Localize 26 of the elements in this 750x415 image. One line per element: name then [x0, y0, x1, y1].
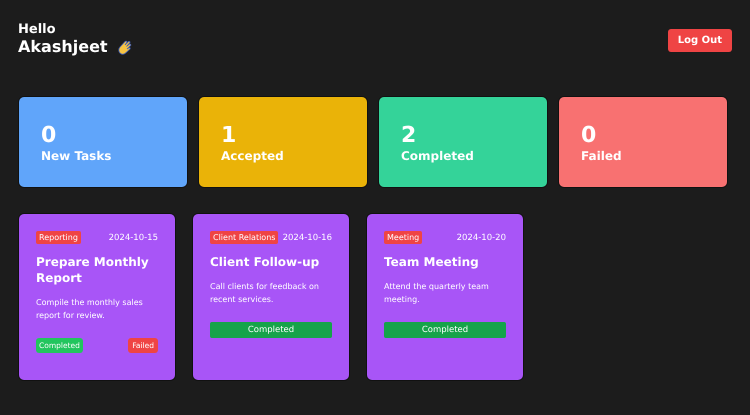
stat-label: Completed [401, 149, 475, 163]
greeting-text: Hello [18, 22, 57, 37]
task-description: Attend the quarterly team meeting. [384, 281, 490, 306]
waving-hand-icon [116, 38, 134, 56]
user-name: Akashjeet [18, 37, 108, 56]
task-description: Call clients for feedback on recent services. [210, 281, 320, 306]
completed-status-button[interactable]: Completed [210, 322, 332, 338]
stat-count: 2 [401, 123, 418, 149]
stat-label: Failed [581, 149, 623, 163]
task-date: 2024-10-15 [108, 232, 158, 242]
category-tag: Reporting [36, 231, 81, 244]
task-description: Compile the monthly sales report for review. [36, 297, 144, 322]
category-tag: Meeting [384, 231, 422, 244]
task-date: 2024-10-16 [282, 232, 332, 242]
task-title: Team Meeting [384, 254, 480, 270]
stat-label: New Tasks [41, 149, 112, 163]
stat-label: Accepted [221, 149, 285, 163]
category-tag: Client Relations [210, 231, 278, 244]
task-date: 2024-10-20 [456, 232, 506, 242]
completed-status-button[interactable]: Completed [384, 322, 506, 338]
task-title: Client Follow-up [210, 254, 320, 270]
task-title: Prepare Monthly Report [36, 254, 150, 286]
stat-count: 0 [41, 123, 58, 149]
stat-count: 1 [221, 123, 238, 149]
stat-count: 0 [581, 123, 598, 149]
logout-button[interactable]: Log Out [668, 28, 732, 52]
